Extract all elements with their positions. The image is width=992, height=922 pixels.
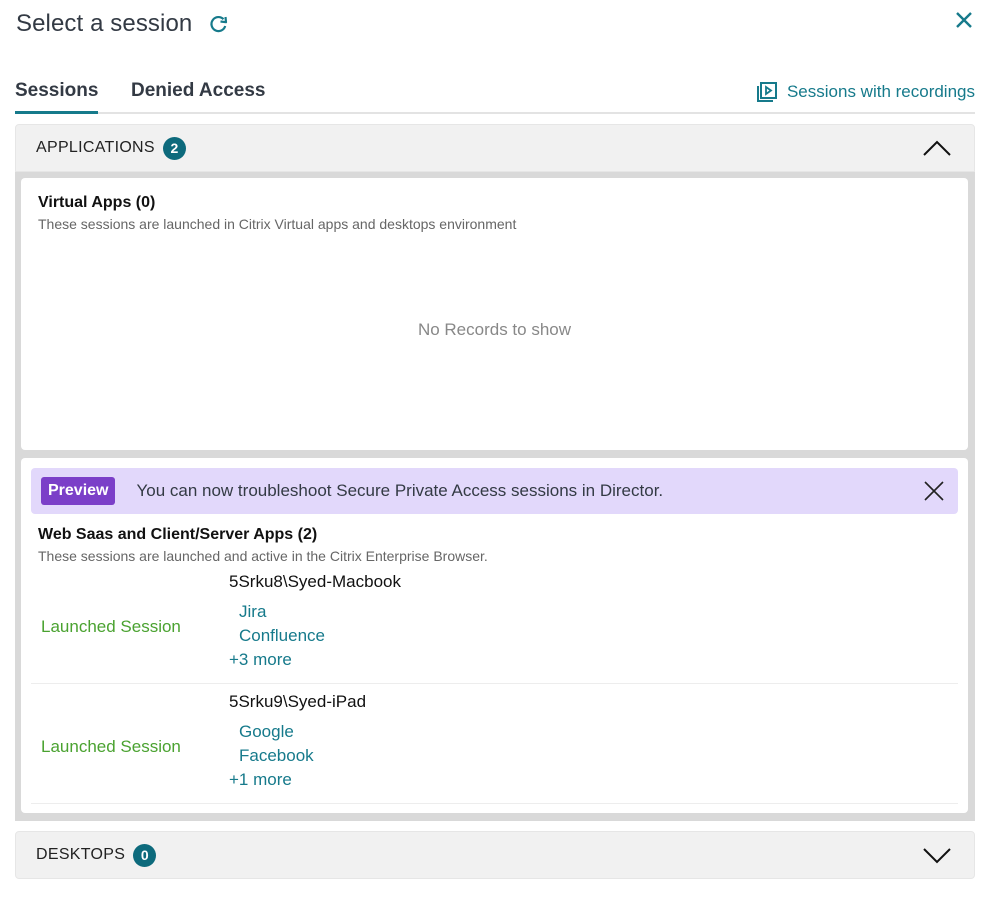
applications-label: APPLICATIONS — [36, 139, 155, 156]
close-icon[interactable] — [954, 10, 974, 30]
session-name: 5Srku8\Syed-Macbook — [229, 572, 401, 591]
virtual-apps-subtitle: These sessions are launched in Citrix Vi… — [38, 216, 517, 232]
app-link[interactable]: Facebook — [239, 744, 366, 768]
dialog-header: Select a session — [16, 10, 230, 38]
refresh-icon[interactable] — [208, 13, 230, 35]
applications-accordion-header[interactable]: APPLICATIONS 2 — [15, 124, 975, 172]
desktops-count-badge: 0 — [133, 843, 157, 867]
empty-state-message: No Records to show — [417, 320, 572, 339]
virtual-apps-card: Virtual Apps (0) These sessions are laun… — [21, 178, 968, 450]
session-status: Launched Session — [41, 737, 181, 756]
tab-bar: Sessions Denied Access Sessions with rec… — [15, 78, 975, 114]
app-link[interactable]: Jira — [239, 600, 401, 624]
preview-banner-message: You can now troubleshoot Secure Private … — [136, 481, 664, 500]
chevron-up-icon[interactable] — [922, 139, 952, 157]
dialog-title: Select a session — [16, 10, 193, 37]
chevron-down-icon[interactable] — [922, 846, 952, 864]
session-row[interactable]: Launched Session 5Srku8\Syed-Macbook Jir… — [31, 564, 958, 684]
recordings-link-label: Sessions with recordings — [786, 82, 975, 101]
app-link[interactable]: Google — [239, 720, 366, 744]
web-apps-subtitle: These sessions are launched and active i… — [38, 548, 488, 564]
applications-count-badge: 2 — [162, 136, 186, 160]
more-apps-link[interactable]: +3 more — [229, 648, 401, 672]
app-link[interactable]: Confluence — [239, 624, 401, 648]
close-banner-icon[interactable] — [924, 481, 944, 501]
web-apps-title: Web Saas and Client/Server Apps (2) — [38, 526, 318, 543]
sessions-with-recordings-link[interactable]: Sessions with recordings — [756, 82, 975, 102]
desktops-label: DESKTOPS — [36, 846, 126, 863]
tab-denied-access[interactable]: Denied Access — [131, 80, 265, 111]
session-row[interactable]: Launched Session 5Srku9\Syed-iPad Google… — [31, 684, 958, 804]
virtual-apps-title: Virtual Apps (0) — [38, 194, 156, 211]
applications-accordion-body: Virtual Apps (0) These sessions are laun… — [15, 172, 975, 821]
tab-sessions[interactable]: Sessions — [15, 80, 99, 114]
preview-tag: Preview — [41, 477, 116, 505]
session-name: 5Srku9\Syed-iPad — [229, 692, 367, 711]
preview-banner: Preview You can now troubleshoot Secure … — [31, 468, 958, 514]
session-status: Launched Session — [41, 617, 181, 636]
video-playlist-icon — [756, 82, 777, 102]
web-apps-card: Preview You can now troubleshoot Secure … — [21, 458, 968, 813]
more-apps-link[interactable]: +1 more — [229, 768, 366, 792]
desktops-accordion-header[interactable]: DESKTOPS 0 — [15, 831, 975, 879]
